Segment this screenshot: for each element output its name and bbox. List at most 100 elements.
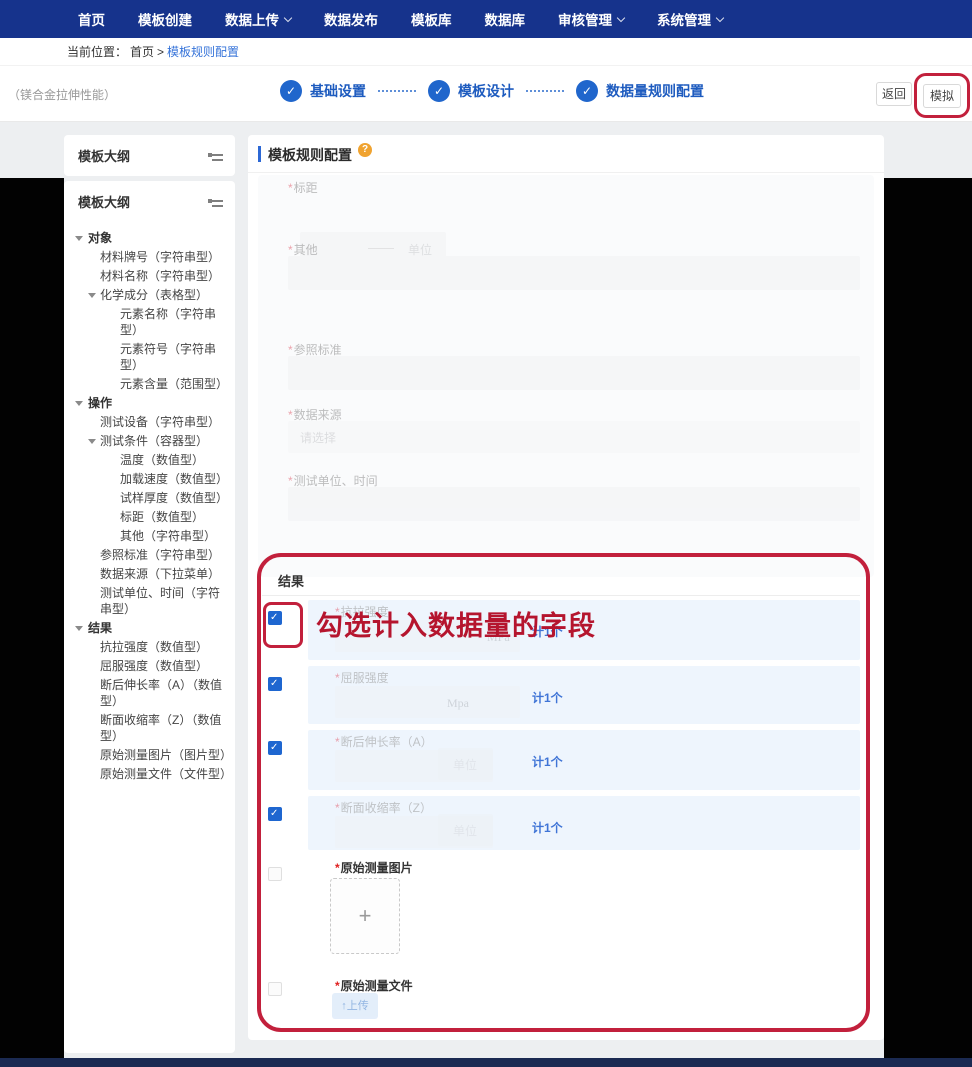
nav-item[interactable]: 系统管理 (657, 9, 723, 29)
main-panel-header: 模板规则配置 ? (248, 135, 884, 173)
chevron-down-icon (284, 13, 292, 21)
tree-item[interactable]: 参照标准（字符串型） (64, 547, 231, 563)
tree-item[interactable]: 测试条件（容器型） (64, 433, 231, 449)
tree-item-label: 温度（数值型） (120, 453, 204, 467)
nav-item[interactable]: 数据上传 (225, 9, 291, 29)
sidebar-sticky-card: 模板大纲 (64, 135, 235, 176)
tree-item[interactable]: 元素含量（范围型） (64, 376, 231, 392)
stepper: ✓ 基础设置 ✓ 模板设计 ✓ 数据量规则配置 (280, 80, 704, 102)
tree-item-label: 测试单位、时间（字符串型） (100, 586, 220, 616)
tree-item[interactable]: 加载速度（数值型） (64, 471, 231, 487)
yield-input[interactable] (335, 686, 520, 718)
breadcrumb-separator: > (157, 45, 164, 59)
tree-item-label: 材料牌号（字符串型） (100, 250, 220, 264)
back-button[interactable]: 返回 (876, 82, 912, 106)
step-label-data-rules[interactable]: 数据量规则配置 (606, 81, 704, 101)
result-section-title: 结果 (278, 571, 304, 590)
nav-item-label: 审核管理 (558, 9, 612, 29)
tree-item-label: 抗拉强度（数值型） (100, 640, 208, 654)
step-check-icon: ✓ (280, 80, 302, 102)
nav-item-label: 模板创建 (138, 9, 192, 29)
checkbox-elongation-checked[interactable]: ✓ (268, 741, 282, 755)
step-label-basic[interactable]: 基础设置 (310, 81, 366, 101)
tree-item-label: 原始测量图片（图片型） (100, 748, 232, 762)
tree-item[interactable]: 数据来源（下拉菜单） (64, 566, 231, 582)
outline-collapse-icon[interactable] (208, 195, 223, 207)
tree-item[interactable]: 材料牌号（字符串型） (64, 249, 231, 265)
nav-item[interactable]: 审核管理 (558, 9, 624, 29)
right-black-margin (884, 178, 972, 1058)
tree-item[interactable]: 屈服强度（数值型） (64, 658, 231, 674)
nav-item[interactable]: 模板创建 (138, 9, 192, 29)
nav-item[interactable]: 模板库 (411, 9, 452, 29)
tree-item-label: 加载速度（数值型） (120, 472, 228, 486)
tree-item[interactable]: 材料名称（字符串型） (64, 268, 231, 284)
tree-item[interactable]: 抗拉强度（数值型） (64, 639, 231, 655)
tree-item-label: 其他（字符串型） (120, 529, 216, 543)
caret-down-icon[interactable] (75, 401, 83, 406)
tree-item[interactable]: 试样厚度（数值型） (64, 490, 231, 506)
checkbox-tensile-checked[interactable]: ✓ (268, 611, 282, 625)
result-row-file: *原始测量文件 ↑上传 (262, 974, 866, 1024)
tree-item-label: 元素符号（字符串型） (120, 342, 216, 372)
tree-item-label: 结果 (88, 621, 112, 635)
test-unit-time-input[interactable] (288, 487, 860, 521)
main-panel: 模板规则配置 ? *标距 单位 *其他 *参照标准 (248, 135, 884, 1040)
data-source-select[interactable]: 请选择 (288, 421, 860, 453)
tree-item[interactable]: 操作 (64, 395, 231, 411)
tree-item[interactable]: 断面收缩率（Z）（数值型） (64, 712, 231, 744)
image-upload-box[interactable]: + (330, 878, 400, 954)
result-field-label: *屈服强度 (335, 669, 389, 686)
caret-down-icon[interactable] (88, 293, 96, 298)
tree-item[interactable]: 断后伸长率（A）（数值型） (64, 677, 231, 709)
nav-item[interactable]: 首页 (78, 9, 105, 29)
nav-item[interactable]: 数据发布 (324, 9, 378, 29)
tree-item-label: 屈服强度（数值型） (100, 659, 208, 673)
count-badge: 计1个 (532, 689, 563, 706)
checkbox-reduction-checked[interactable]: ✓ (268, 807, 282, 821)
checkbox-file-unchecked[interactable] (268, 982, 282, 996)
tree-item-label: 断面收缩率（Z）（数值型） (100, 713, 221, 743)
tree-item[interactable]: 其他（字符串型） (64, 528, 231, 544)
breadcrumb: 当前位置： 首页 > 模板规则配置 (0, 38, 972, 66)
outline-collapse-icon[interactable] (208, 149, 223, 161)
caret-down-icon[interactable] (75, 626, 83, 631)
checkbox-image-unchecked[interactable] (268, 867, 282, 881)
sidebar-title: 模板大纲 (78, 192, 208, 211)
tree-item[interactable]: 测试设备（字符串型） (64, 414, 231, 430)
tree-item-label: 材料名称（字符串型） (100, 269, 220, 283)
help-icon[interactable]: ? (358, 143, 372, 157)
breadcrumb-home-link[interactable]: 首页 (130, 43, 154, 60)
tree-item[interactable]: 原始测量图片（图片型） (64, 747, 231, 763)
nav-item-label: 模板库 (411, 9, 452, 29)
tree-item[interactable]: 测试单位、时间（字符串型） (64, 585, 231, 617)
reference-standard-input[interactable] (288, 356, 860, 390)
tree-item[interactable]: 元素符号（字符串型） (64, 341, 231, 373)
nav-item-label: 数据库 (485, 9, 526, 29)
tree-item[interactable]: 温度（数值型） (64, 452, 231, 468)
breadcrumb-current[interactable]: 模板规则配置 (167, 43, 239, 60)
step-label-design[interactable]: 模板设计 (458, 81, 514, 101)
tree-item[interactable]: 原始测量文件（文件型） (64, 766, 231, 782)
screen: 首页 模板创建 数据上传 数据发布 模板库 (0, 0, 972, 1067)
rule-form-panel: *标距 单位 *其他 *参照标准 *数据来源 请选择 (258, 175, 874, 577)
tree-item[interactable]: 结果 (64, 620, 231, 636)
template-outline-tree: 对象 材料牌号（字符串型） 材料名称（字符串型） 化学成分（表格型） (64, 221, 235, 782)
checkbox-yield-checked[interactable]: ✓ (268, 677, 282, 691)
fraction-line (368, 248, 394, 249)
plus-icon: + (331, 903, 399, 929)
caret-down-icon[interactable] (88, 439, 96, 444)
result-field-label: *原始测量文件 (335, 977, 413, 994)
other-input[interactable] (288, 256, 860, 290)
sidebar-panel: 模板大纲 对象 材料牌号（字符串型） 材料名称（字符串型） (64, 181, 235, 1053)
nav-item[interactable]: 数据库 (485, 9, 526, 29)
tree-item[interactable]: 对象 (64, 230, 231, 246)
tree-item[interactable]: 标距（数值型） (64, 509, 231, 525)
caret-down-icon[interactable] (75, 236, 83, 241)
tree-item[interactable]: 化学成分（表格型） (64, 287, 231, 303)
tree-item[interactable]: 元素名称（字符串型） (64, 306, 231, 338)
tree-item-label: 化学成分（表格型） (100, 288, 208, 302)
simulate-button[interactable]: 模拟 (923, 84, 961, 108)
bottom-bar (0, 1058, 972, 1067)
upload-button[interactable]: ↑上传 (332, 993, 378, 1019)
